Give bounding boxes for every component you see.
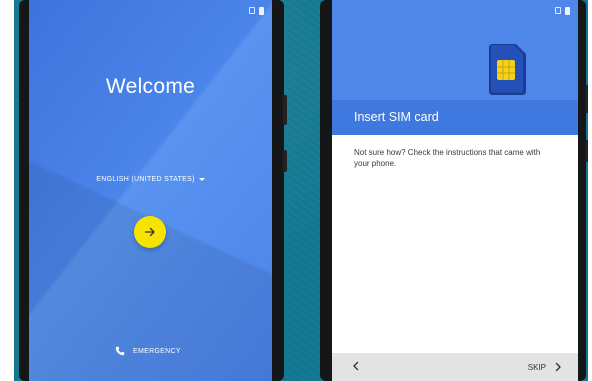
phone-right: Insert SIM card Not sure how? Check the … (320, 0, 588, 381)
bottom-nav-bar: SKIP (332, 353, 578, 381)
power-button (283, 150, 287, 172)
instructions-text: Not sure how? Check the instructions tha… (354, 148, 541, 168)
emergency-call-button[interactable]: EMERGENCY (115, 346, 181, 356)
power-button (585, 140, 588, 162)
phone-icon (115, 346, 125, 356)
sim-card-icon (489, 44, 526, 95)
volume-button (585, 85, 588, 113)
battery-icon (259, 7, 264, 15)
skip-label: SKIP (527, 362, 546, 372)
chevron-left-icon (353, 361, 359, 370)
back-button[interactable] (352, 361, 360, 374)
status-bar (555, 7, 570, 15)
photo-background: Welcome ENGLISH (UNITED STATES) EMERGENC… (14, 0, 588, 381)
dropdown-caret-icon (198, 177, 205, 181)
signal-icon (249, 7, 255, 14)
illustration-area (332, 0, 578, 100)
volume-button (283, 95, 287, 125)
skip-button[interactable]: SKIP (528, 362, 562, 372)
welcome-title: Welcome (105, 75, 196, 98)
battery-icon (565, 7, 570, 15)
arrow-right-icon (144, 227, 155, 237)
language-selector[interactable]: ENGLISH (UNITED STATES) (29, 176, 272, 183)
welcome-screen: Welcome ENGLISH (UNITED STATES) EMERGENC… (29, 0, 272, 381)
phone-left: Welcome ENGLISH (UNITED STATES) EMERGENC… (19, 0, 287, 381)
chevron-right-icon (555, 362, 561, 372)
emergency-label: EMERGENCY (133, 347, 181, 355)
screen-title: Insert SIM card (354, 110, 439, 124)
language-label: ENGLISH (UNITED STATES) (96, 176, 195, 183)
next-button[interactable] (134, 216, 166, 248)
background-shade (29, 0, 272, 381)
sim-screen: Insert SIM card Not sure how? Check the … (332, 0, 578, 381)
status-bar (249, 7, 264, 15)
signal-icon (555, 7, 561, 14)
